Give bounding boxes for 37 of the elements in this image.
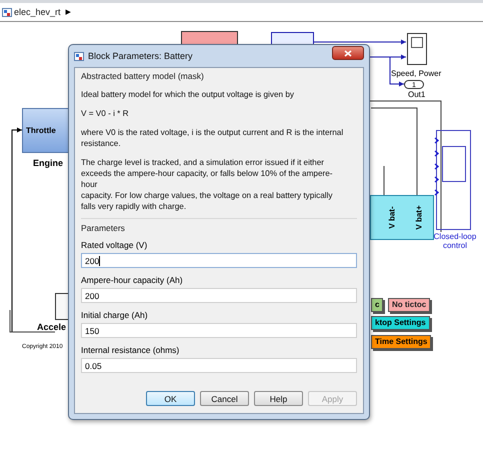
battery-block[interactable]: V bat- V bat+ — [370, 195, 434, 240]
block-label: Speed, Power — [391, 69, 442, 78]
field-label: Ampere-hour capacity (Ah) — [81, 275, 184, 285]
annotation-button[interactable]: ktop Settings — [371, 316, 430, 330]
close-button[interactable] — [332, 46, 364, 60]
close-icon — [344, 50, 352, 56]
annotation-button[interactable]: No tictoc — [388, 298, 430, 312]
annotation-button[interactable]: c — [371, 298, 384, 312]
controller-block[interactable] — [436, 130, 471, 230]
description-text: where V0 is the rated voltage, i is the output current and R is the internal resistance. — [81, 127, 344, 149]
dialog-button[interactable]: Help — [254, 391, 303, 406]
window-title: Block Parameters: Battery — [88, 51, 194, 61]
block-label: Engine — [33, 158, 64, 168]
scope-block[interactable] — [407, 33, 427, 65]
dialog-button[interactable]: OK — [146, 391, 195, 406]
group-title: Parameters — [81, 223, 126, 233]
model-breadcrumb[interactable]: elec_hev_rt — [14, 7, 61, 17]
dialog-button[interactable]: Cancel — [200, 391, 249, 406]
input-field[interactable]: 200 — [81, 253, 357, 268]
field-label: Rated voltage (V) — [81, 240, 148, 250]
inner-block — [442, 146, 466, 182]
input-field[interactable]: 200 — [81, 288, 357, 303]
block-label: Out1 — [408, 90, 426, 99]
input-field[interactable]: 150 — [81, 323, 357, 338]
field-label: Internal resistance (ohms) — [81, 345, 180, 355]
input-field[interactable]: 0.05 — [81, 358, 357, 373]
annotation-button[interactable]: Time Settings — [371, 335, 432, 349]
field-label: Initial charge (Ah) — [81, 310, 149, 320]
description-text: V = V0 - i * R — [81, 108, 130, 119]
description-text: Ideal battery model for which the output voltage is given by — [81, 89, 295, 100]
model-icon — [74, 52, 84, 60]
group-title: Abstracted battery model (mask) — [81, 71, 205, 81]
description-text: The charge level is tracked, and a simulation error issued if it either exceeds the ampere-hour capacity, or falls below 10% of the ampere- hour capacity. For low charge values, the voltage on a real battery typically falls very rapidly with charge. — [81, 157, 334, 212]
engine-block[interactable]: Throttle — [22, 108, 70, 153]
block-label: Accele — [37, 322, 66, 332]
block-label: Closed-loop control — [432, 232, 478, 250]
scope-screen — [411, 37, 423, 48]
